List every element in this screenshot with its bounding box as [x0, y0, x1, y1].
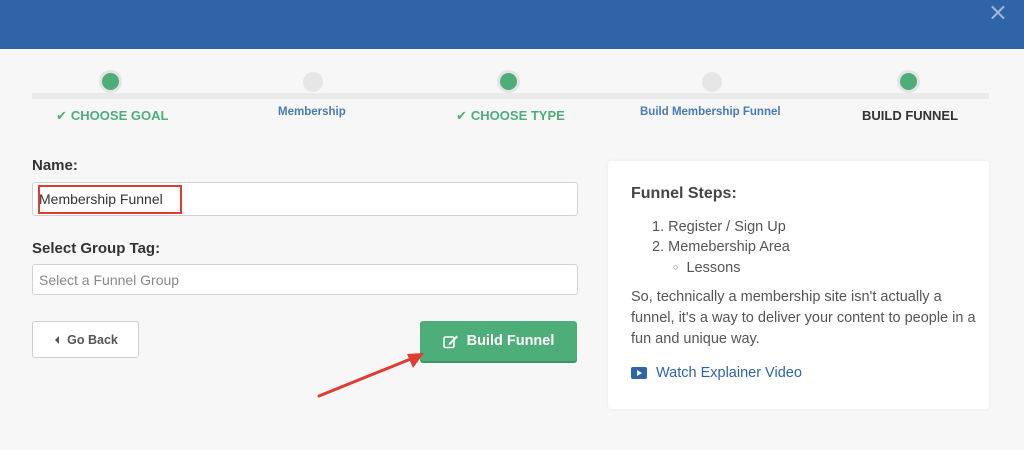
list-item: 2. Memebership Area: [652, 239, 790, 255]
step-dot-choose-goal: [99, 70, 122, 93]
step-choose-type[interactable]: ✔ CHOOSE TYPE: [456, 108, 565, 124]
funnel-steps-panel: Funnel Steps: 1. Register / Sign Up 2. M…: [608, 161, 989, 409]
step-dot-build-funnel: [897, 70, 920, 93]
panel-title: Funnel Steps:: [631, 185, 737, 202]
check-icon: ✔: [456, 108, 467, 123]
panel-description: So, technically a membership site isn't …: [631, 289, 976, 347]
step-dot-choose-type: [497, 70, 520, 93]
close-icon[interactable]: ×: [988, 0, 1008, 24]
group-tag-label: Select Group Tag:: [32, 240, 161, 257]
modal-header: ×: [0, 0, 1024, 49]
step-build-funnel: BUILD FUNNEL: [862, 108, 959, 123]
check-icon: ✔: [56, 108, 67, 123]
step-choose-goal[interactable]: ✔ CHOOSE GOAL: [56, 108, 168, 124]
caret-left-icon: [55, 335, 60, 344]
video-play-icon: [631, 367, 647, 379]
group-tag-select[interactable]: [32, 264, 578, 295]
progress-track: [32, 93, 989, 99]
edit-icon: [442, 335, 458, 348]
step-dot-build-membership-funnel: [702, 72, 722, 92]
name-label: Name:: [32, 157, 78, 174]
step-membership[interactable]: Membership: [278, 106, 346, 118]
build-funnel-button[interactable]: Build Funnel: [420, 321, 577, 361]
name-input[interactable]: [32, 182, 578, 216]
list-item: 1. Register / Sign Up: [652, 219, 786, 235]
circle-bullet-icon: ○: [673, 262, 679, 272]
step-dot-membership: [303, 72, 323, 92]
step-build-membership-funnel[interactable]: Build Membership Funnel: [640, 106, 781, 118]
list-item: ○ Lessons: [673, 260, 741, 276]
watch-explainer-video-link[interactable]: Watch Explainer Video: [631, 365, 802, 381]
go-back-button[interactable]: Go Back: [32, 321, 139, 358]
funnel-steps-list: 1. Register / Sign Up 2. Memebership Are…: [652, 217, 790, 278]
annotation-arrow-icon: [317, 353, 424, 398]
